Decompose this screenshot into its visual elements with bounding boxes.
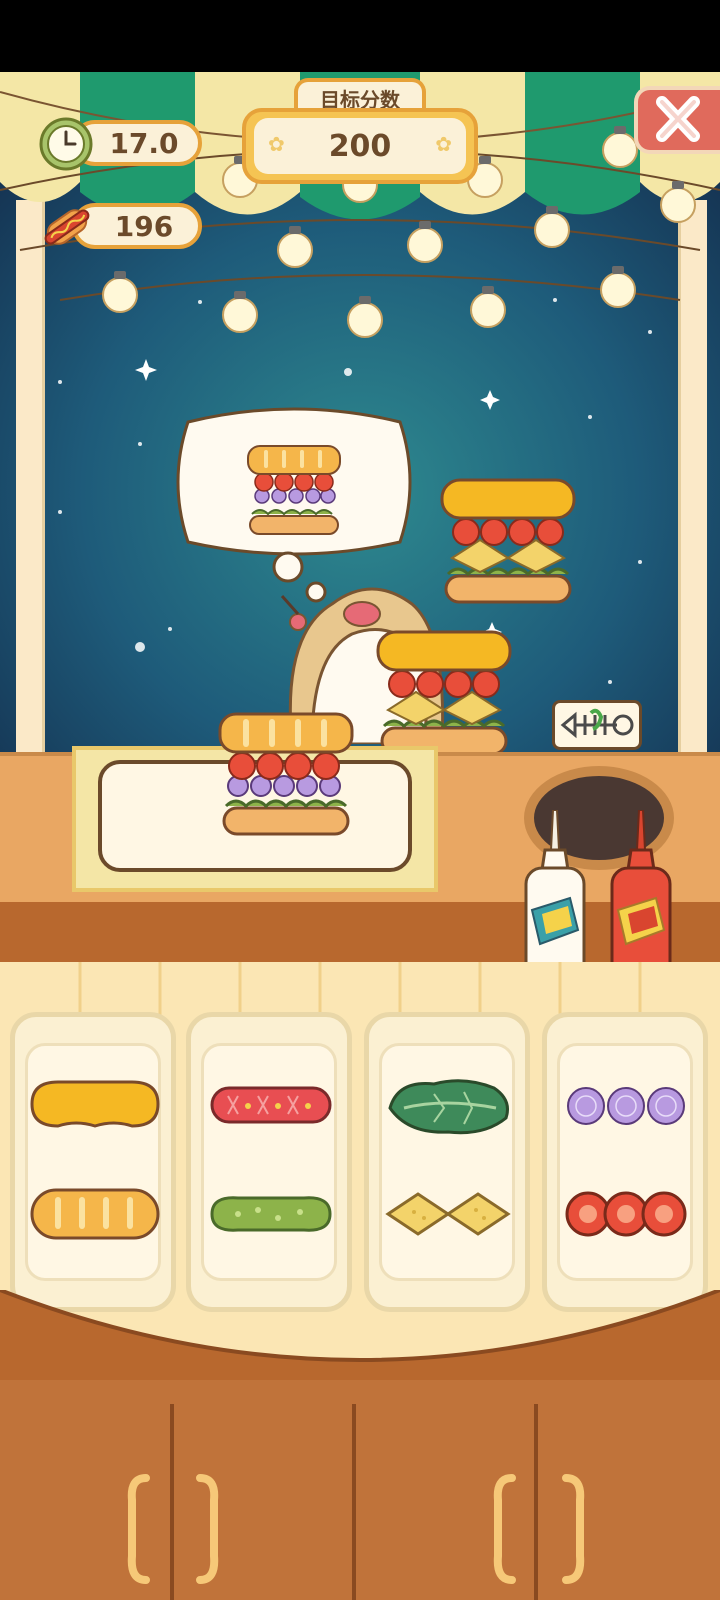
fish-bone-icon <box>560 708 634 739</box>
sandwich-cheese-top <box>440 478 576 604</box>
cheese-ingredient[interactable] <box>28 1074 162 1134</box>
purple-onion-ingredient[interactable] <box>564 1084 688 1128</box>
paw-icon: ✿ <box>435 132 452 156</box>
close-icon <box>656 96 700 142</box>
target-score-value: 200 <box>328 128 392 164</box>
trash-sign <box>552 700 642 750</box>
baguette-top-ingredient[interactable] <box>28 1186 162 1242</box>
sausage-count: 196 <box>114 209 174 243</box>
ingredient-bin-1 <box>10 1012 176 1312</box>
target-score-box: 200 ✿ ✿ <box>242 108 478 184</box>
pickle-ingredient[interactable] <box>208 1192 334 1236</box>
target-score-panel: 目标分数 200 ✿ ✿ <box>242 78 478 186</box>
status-bar <box>0 0 720 72</box>
tomato-ingredient[interactable] <box>564 1188 688 1240</box>
order-sandwich <box>247 445 341 535</box>
ingredient-bin-2 <box>186 1012 352 1312</box>
ingredient-bin-4 <box>542 1012 708 1312</box>
cabinet-handles <box>127 1474 585 1584</box>
lettuce-ingredient[interactable] <box>384 1074 514 1138</box>
paw-icon: ✿ <box>268 132 285 156</box>
clock-icon <box>39 117 93 171</box>
hotdog-icon <box>44 209 90 245</box>
current-sandwich <box>218 712 354 836</box>
close-button[interactable] <box>634 86 720 154</box>
sandwich-cheese-top-2 <box>376 630 512 756</box>
game-screen: 17.0 196 目标分数 200 ✿ ✿ <box>0 0 720 1600</box>
ingredient-bin-3 <box>364 1012 530 1312</box>
salami-ingredient[interactable] <box>208 1084 334 1126</box>
timer-value: 17.0 <box>109 126 179 160</box>
cheese-slices-ingredient[interactable] <box>384 1188 514 1240</box>
